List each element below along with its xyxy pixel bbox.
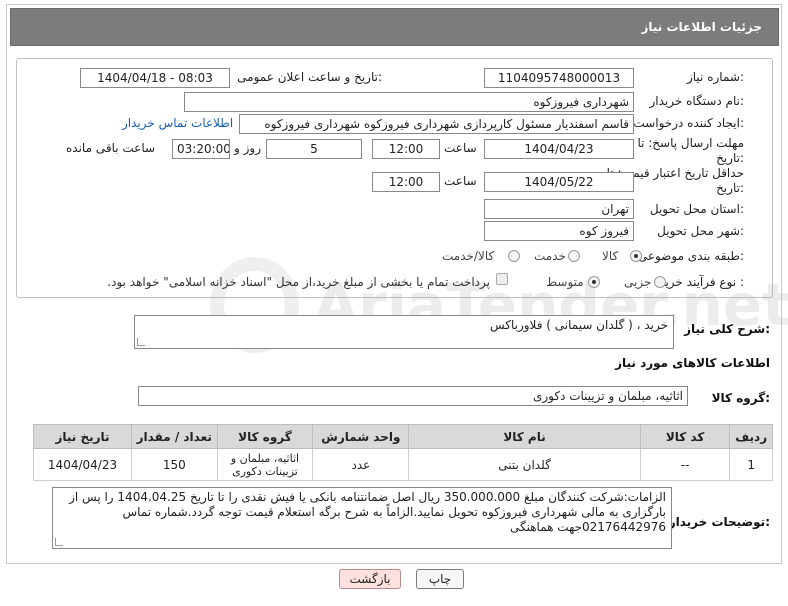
description-field[interactable]: خرید ، ( گلدان سیمانی ) فلاورباکس <box>134 315 674 349</box>
deadline-label: مهلت ارسال پاسخ: تا تاریخ: <box>637 136 744 165</box>
city-label: شهر محل تحویل: <box>657 224 744 238</box>
table-row: 1 -- گلدان بتنی عدد اثاثیه، مبلمان و تزی… <box>32 448 773 481</box>
days-field: 5 <box>266 139 362 159</box>
page-header: جزئیات اطلاعات نیاز <box>10 8 779 46</box>
cell-name: گلدان بتنی <box>408 448 641 481</box>
deadline-time-label: ساعت <box>444 141 477 155</box>
validity-date-field: 1404/05/22 <box>484 172 634 192</box>
cell-unit: عدد <box>312 448 410 481</box>
validity-time-label: ساعت <box>444 174 477 188</box>
creator-label: ایجاد کننده درخواست: <box>633 116 744 130</box>
days-label: روز و <box>234 141 261 155</box>
cell-code: -- <box>639 448 731 481</box>
description-text: خرید ، ( گلدان سیمانی ) فلاورباکس <box>489 318 668 332</box>
announce-label: تاریخ و ساعت اعلان عمومی: <box>237 70 382 84</box>
deadline-time-field: 12:00 <box>372 139 440 159</box>
payment-note: پرداخت تمام یا بخشی از مبلغ خرید،از محل … <box>107 275 490 289</box>
category-label: طبقه بندی موضوعی: <box>637 249 744 263</box>
description-label: شرح کلی نیاز: <box>684 322 770 336</box>
resize-grip-icon[interactable] <box>55 538 63 546</box>
col-header-quantity: تعداد / مقدار <box>131 424 218 449</box>
page-title: جزئیات اطلاعات نیاز <box>641 20 762 34</box>
category-radio-service[interactable] <box>568 250 580 262</box>
category-radio-goods-service[interactable] <box>508 250 520 262</box>
deadline-date-field: 1404/04/23 <box>484 139 634 159</box>
creator-field: قاسم اسفندیار مسئول کارپردازی شهرداری فی… <box>239 114 634 134</box>
process-option-medium: متوسط <box>546 275 584 289</box>
remaining-time-field: 03:20:00 <box>172 139 230 159</box>
buyer-org-field: شهرداری فیروزکوه <box>184 92 634 112</box>
category-radio-goods[interactable] <box>630 250 642 262</box>
goods-group-label: گروه کالا: <box>711 391 770 405</box>
remaining-label: ساعت باقی مانده <box>66 141 156 155</box>
back-button[interactable]: بازگشت <box>339 569 401 589</box>
province-label: استان محل تحویل: <box>649 202 744 216</box>
cell-date: 1404/04/23 <box>32 448 133 481</box>
goods-group-field: اثاثیه، مبلمان و تزیینات دکوری <box>138 386 688 406</box>
need-number-label: شماره نیاز: <box>686 70 744 84</box>
buyer-notes-field[interactable]: الزامات:شرکت کنندگان مبلغ 350.000.000 ری… <box>52 487 672 549</box>
col-header-date: تاریخ نیاز <box>32 424 133 449</box>
process-radio-minor[interactable] <box>654 276 666 288</box>
goods-section-title: اطلاعات کالاهای مورد نیاز <box>615 356 770 370</box>
cell-quantity: 150 <box>131 448 218 481</box>
process-option-minor: جزیی <box>624 275 652 289</box>
print-button[interactable]: چاپ <box>416 569 464 589</box>
col-header-row-number: ردیف <box>729 424 773 449</box>
col-header-name: نام کالا <box>408 424 641 449</box>
need-number-field: 1104095748000013 <box>484 68 634 88</box>
items-table: ردیف کد کالا نام کالا واحد شمارش گروه کا… <box>32 424 773 481</box>
category-option-goods: کالا <box>602 249 619 263</box>
buyer-org-label: نام دستگاه خریدار: <box>649 94 745 108</box>
province-field: تهران <box>484 199 634 219</box>
process-radio-medium[interactable] <box>588 276 600 288</box>
validity-time-field: 12:00 <box>372 172 440 192</box>
process-label: نوع فرآیند خرید : <box>659 275 744 289</box>
city-field: فیروز کوه <box>484 221 634 241</box>
treasury-checkbox[interactable] <box>496 273 508 285</box>
announce-field: 1404/04/18 - 08:03 <box>80 68 230 88</box>
cell-row-number: 1 <box>729 448 773 481</box>
buyer-notes-label: توضیحات خریدار: <box>668 515 770 529</box>
category-option-goods-service: کالا/خدمت <box>442 249 495 263</box>
buyer-contact-link[interactable]: اطلاعات تماس خریدار <box>122 116 233 130</box>
col-header-unit: واحد شمارش <box>312 424 410 449</box>
resize-grip-icon[interactable] <box>137 338 145 346</box>
buyer-notes-text: الزامات:شرکت کنندگان مبلغ 350.000.000 ری… <box>69 490 666 534</box>
category-option-service: خدمت <box>534 249 566 263</box>
col-header-group: گروه کالا <box>216 424 314 449</box>
col-header-code: کد کالا <box>639 424 731 449</box>
cell-group: اثاثیه، مبلمان و تزیینات دکوری <box>216 448 314 481</box>
table-header-row: ردیف کد کالا نام کالا واحد شمارش گروه کا… <box>32 424 773 449</box>
